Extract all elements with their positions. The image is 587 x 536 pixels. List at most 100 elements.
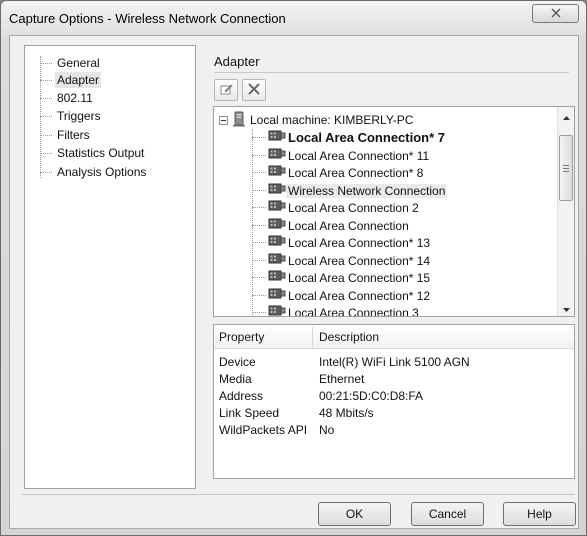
adapter-tree[interactable]: Local machine: KIMBERLY-PC Local Area Co… bbox=[213, 106, 575, 317]
adapter-tree-item[interactable]: Local Area Connection* 7 bbox=[252, 129, 447, 146]
nav-item-general[interactable]: General bbox=[55, 55, 102, 71]
adapter-tree-item[interactable]: Local Area Connection bbox=[252, 217, 411, 234]
edit-icon bbox=[219, 82, 233, 99]
adapter-tree-item[interactable]: Local Area Connection* 12 bbox=[252, 287, 432, 304]
network-adapter-icon bbox=[268, 287, 286, 304]
scroll-down-arrow-icon bbox=[562, 301, 570, 315]
dialog-client-area: General Adapter 802.11 Triggers Filters Stati… bbox=[9, 35, 579, 529]
nav-tree-branch bbox=[40, 80, 52, 81]
close-button[interactable] bbox=[532, 4, 579, 23]
adapter-tree-item[interactable]: Local Area Connection* 13 bbox=[252, 234, 432, 251]
property-key: Media bbox=[219, 372, 252, 386]
nav-tree-branch bbox=[40, 153, 52, 154]
network-adapter-icon bbox=[268, 199, 286, 216]
nav-item-adapter[interactable]: Adapter bbox=[55, 72, 102, 88]
tree-root-local-machine[interactable]: Local machine: KIMBERLY-PC bbox=[219, 111, 414, 130]
nav-tree-branch bbox=[40, 172, 52, 173]
delete-icon bbox=[247, 82, 261, 99]
column-separator[interactable] bbox=[312, 327, 313, 347]
adapter-properties-table: Property Description Device Intel(R) WiFi… bbox=[213, 324, 575, 479]
button-row-divider bbox=[22, 494, 575, 495]
network-adapter-icon bbox=[268, 147, 286, 164]
network-adapter-icon bbox=[268, 252, 286, 269]
nav-item-802-11[interactable]: 802.11 bbox=[55, 90, 95, 106]
nav-tree-line bbox=[40, 56, 41, 178]
title-bar[interactable]: Capture Options - Wireless Network Conne… bbox=[1, 1, 586, 35]
column-header-description[interactable]: Description bbox=[319, 330, 379, 344]
tree-branch-line bbox=[252, 312, 266, 313]
adapter-tree-item-label: Local Area Connection* 13 bbox=[288, 235, 431, 250]
computer-icon bbox=[232, 111, 246, 130]
scroll-down-button[interactable] bbox=[558, 299, 574, 316]
help-button[interactable]: Help bbox=[503, 502, 576, 526]
property-row: Device Intel(R) WiFi Link 5100 AGN bbox=[214, 355, 574, 371]
nav-item-triggers[interactable]: Triggers bbox=[55, 108, 103, 124]
nav-item-filters[interactable]: Filters bbox=[55, 127, 92, 143]
property-key: Address bbox=[219, 389, 264, 403]
column-header-property[interactable]: Property bbox=[219, 330, 264, 344]
grip-line bbox=[563, 171, 569, 172]
network-adapter-icon bbox=[268, 129, 286, 146]
close-icon bbox=[551, 7, 561, 21]
scroll-thumb[interactable] bbox=[559, 135, 573, 201]
grip-line bbox=[563, 168, 569, 169]
adapter-tree-item-label: Local Area Connection* 12 bbox=[288, 288, 431, 303]
adapter-tree-item-label: Local Area Connection* 7 bbox=[288, 130, 445, 145]
property-row: Address 00:21:5D:C0:D8:FA bbox=[214, 389, 574, 405]
adapter-tree-item-label: Local Area Connection* 11 bbox=[288, 148, 430, 163]
adapter-tree-item[interactable]: Local Area Connection* 14 bbox=[252, 252, 432, 269]
network-adapter-icon bbox=[268, 234, 286, 251]
collapse-icon[interactable] bbox=[219, 115, 228, 125]
network-adapter-icon bbox=[268, 182, 286, 199]
adapter-tree-item-label: Local Area Connection 2 bbox=[288, 200, 419, 215]
network-adapter-icon bbox=[268, 304, 286, 316]
property-row: Media Ethernet bbox=[214, 372, 574, 388]
section-divider bbox=[214, 72, 569, 73]
nav-tree-branch bbox=[40, 135, 52, 136]
adapter-tree-scrollbar[interactable] bbox=[557, 107, 574, 316]
property-row: Link Speed 48 Mbits/s bbox=[214, 406, 574, 422]
delete-adapter-button[interactable] bbox=[242, 79, 266, 101]
property-value: 00:21:5D:C0:D8:FA bbox=[319, 389, 424, 403]
property-value: Intel(R) WiFi Link 5100 AGN bbox=[319, 355, 470, 369]
tree-branch-line bbox=[252, 190, 266, 191]
adapter-tree-item-label: Local Area Connection bbox=[288, 218, 409, 233]
tree-branch-line bbox=[252, 260, 266, 261]
tree-branch-line bbox=[252, 225, 266, 226]
adapter-tree-item-label: Wireless Network Connection bbox=[286, 183, 448, 198]
nav-tree-branch bbox=[40, 98, 52, 99]
nav-item-statistics-output[interactable]: Statistics Output bbox=[55, 145, 146, 161]
network-adapter-icon bbox=[268, 217, 286, 234]
capture-options-window: Capture Options - Wireless Network Conne… bbox=[0, 0, 587, 536]
property-key: WildPackets API bbox=[219, 423, 308, 437]
window-title: Capture Options - Wireless Network Conne… bbox=[9, 11, 286, 26]
adapter-tree-item-label: Local Area Connection* 8 bbox=[288, 165, 424, 180]
tree-branch-line bbox=[252, 295, 266, 296]
adapter-tree-item[interactable]: Local Area Connection 3 bbox=[252, 304, 421, 317]
edit-adapter-button[interactable] bbox=[214, 79, 238, 101]
property-key: Device bbox=[219, 355, 256, 369]
tree-root-label: Local machine: KIMBERLY-PC bbox=[250, 113, 414, 127]
network-adapter-icon bbox=[268, 164, 286, 181]
adapter-tree-item[interactable]: Local Area Connection 2 bbox=[252, 199, 421, 216]
adapter-tree-item-label: Local Area Connection* 14 bbox=[288, 253, 431, 268]
section-title: Adapter bbox=[214, 54, 260, 69]
adapter-tree-item[interactable]: Wireless Network Connection bbox=[252, 182, 448, 199]
adapter-tree-item-label: Local Area Connection* 15 bbox=[288, 270, 431, 285]
scroll-up-arrow-icon bbox=[562, 109, 570, 123]
grip-line bbox=[563, 165, 569, 166]
adapter-tree-item[interactable]: Local Area Connection* 8 bbox=[252, 164, 425, 181]
tree-branch-line bbox=[252, 137, 266, 138]
adapter-tree-item[interactable]: Local Area Connection* 11 bbox=[252, 147, 431, 164]
options-nav-tree: General Adapter 802.11 Triggers Filters Stati… bbox=[24, 45, 196, 489]
ok-button[interactable]: OK bbox=[318, 502, 391, 526]
property-value: No bbox=[319, 423, 335, 437]
nav-item-analysis-options[interactable]: Analysis Options bbox=[55, 164, 148, 180]
scroll-up-button[interactable] bbox=[558, 107, 574, 124]
adapter-tree-item[interactable]: Local Area Connection* 15 bbox=[252, 269, 432, 286]
properties-header: Property Description bbox=[214, 325, 574, 349]
adapter-tree-item-label: Local Area Connection 3 bbox=[288, 305, 419, 317]
cancel-button[interactable]: Cancel bbox=[411, 502, 484, 526]
tree-branch-line bbox=[252, 155, 266, 156]
property-key: Link Speed bbox=[219, 406, 280, 420]
